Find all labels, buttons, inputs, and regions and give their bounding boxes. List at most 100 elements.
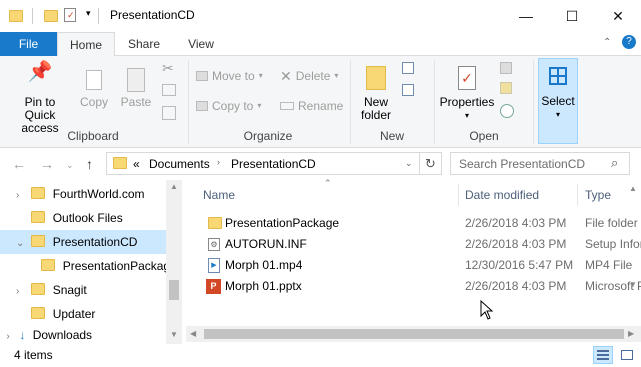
tab-home[interactable]: Home [57,32,115,57]
tree-expander[interactable]: ⌄ [0,232,24,254]
scroll-right-icon[interactable]: ▶ [628,329,634,338]
tree-item-updater[interactable]: Updater [0,302,166,326]
close-button[interactable]: ✕ [595,0,641,32]
video-file-icon: ▶ [208,258,220,273]
divider [577,184,578,206]
delete-button[interactable]: ✕ Delete ▾ [280,66,338,86]
file-list-hscrollbar[interactable]: ◀ ▶ [186,326,641,342]
forward-arrow-icon[interactable]: → [40,156,54,172]
paste-button[interactable]: Paste [118,66,154,109]
tab-share[interactable]: Share [115,32,173,56]
search-icon[interactable]: ⌕ [611,155,618,171]
details-view-icon[interactable] [593,346,613,364]
column-header-name[interactable]: Name [203,184,458,206]
folder-icon [31,187,46,199]
tree-scrollbar[interactable]: ▲ ▼ [166,180,182,344]
open-icon[interactable] [500,62,512,74]
column-header-date-modified[interactable]: Date modified [465,184,577,206]
search-input[interactable]: Search PresentationCD [459,157,585,171]
tab-file[interactable]: File [0,32,57,56]
scroll-down-icon[interactable]: ▼ [170,330,178,339]
tab-view[interactable]: View [173,32,229,56]
edit-icon[interactable] [500,82,512,94]
hscrollbar-thumb[interactable] [204,329,624,339]
copy-to-button[interactable]: Copy to ▾ [196,96,261,116]
file-row[interactable]: ▶ Morph 01.mp4 12/30/2016 5:47 PM MP4 Fi… [202,255,641,276]
folder-icon [31,283,46,295]
copy-path-icon[interactable] [162,84,176,96]
tree-item-presentationcd[interactable]: ⌄ PresentationCD [0,230,166,254]
scroll-up-icon[interactable]: ▲ [629,184,637,193]
folder-icon [208,217,222,229]
large-icons-view-icon[interactable] [617,346,637,364]
maximize-button[interactable]: ☐ [549,0,595,32]
file-row[interactable]: ⚙ AUTORUN.INF 2/26/2018 4:03 PM Setup In… [202,234,641,255]
tree-item-downloads[interactable]: › ↓ Downloads [0,326,166,344]
rename-button[interactable]: Rename [280,96,343,116]
select-button[interactable]: Select ▾ [538,58,578,144]
address-folder-icon [113,157,127,169]
file-date: 2/26/2018 4:03 PM [465,279,567,293]
tree-expander[interactable]: › [0,184,19,206]
file-name: Morph 01.pptx [225,279,302,293]
divider [533,60,534,144]
navigation-pane: › FourthWorld.com Outlook Files ⌄ Presen… [0,180,182,344]
tree-scrollbar-thumb[interactable] [169,280,179,300]
move-to-button[interactable]: Move to ▾ [196,66,263,86]
folder-icon [9,10,23,22]
ini-file-icon: ⚙ [208,238,220,251]
file-date: 2/26/2018 4:03 PM [465,237,567,251]
scroll-up-icon[interactable]: ▲ [170,182,178,191]
tree-item-outlook-files[interactable]: Outlook Files [0,206,166,230]
tree-item-snagit[interactable]: › Snagit [0,278,166,302]
tree-item-fourthworld[interactable]: › FourthWorld.com [0,182,166,206]
file-name: PresentationPackage [225,216,340,230]
file-date: 12/30/2016 5:47 PM [465,258,574,272]
file-row[interactable]: PresentationPackage 2/26/2018 4:03 PM Fi… [202,213,641,234]
recent-locations-icon[interactable]: ⌄ [66,160,74,171]
cut-icon[interactable]: ✂ [162,60,174,77]
delete-icon: ✕ [280,68,292,84]
tree-item-presentationpackage[interactable]: PresentationPackage [0,254,166,278]
refresh-icon[interactable]: ↻ [425,156,436,172]
customize-toolbar-icon[interactable]: ▾ [86,8,91,19]
breadcrumb-presentationcd[interactable]: PresentationCD [231,157,316,171]
breadcrumb-separator-icon: › [217,157,220,167]
address-dropdown-icon[interactable]: ⌄ [405,158,413,169]
file-row[interactable]: P Morph 01.pptx 2/26/2018 4:03 PM Micros… [202,276,641,297]
folder-icon [31,211,46,223]
mouse-cursor-icon [480,300,494,320]
scroll-down-icon[interactable]: ▼ [629,280,637,289]
history-icon[interactable] [500,104,514,118]
file-list-vscrollbar[interactable]: ▲ ▼ [625,180,641,326]
properties-button[interactable]: ✓ Properties ▾ [438,64,496,122]
divider [458,184,459,206]
minimize-button[interactable]: — [503,0,549,32]
copy-button[interactable]: Copy [78,66,110,109]
address-bar[interactable]: « Documents › PresentationCD ⌄ ↻ [106,152,442,175]
search-box[interactable]: Search PresentationCD ⌕ [450,152,630,175]
new-item-icon[interactable] [402,62,414,74]
paste-icon [118,66,154,96]
organize-group-label: Organize [243,129,293,143]
scroll-left-icon[interactable]: ◀ [190,329,196,338]
easy-access-icon[interactable] [402,84,414,96]
divider [419,153,420,174]
breadcrumb-documents[interactable]: Documents [149,157,210,171]
tree-expander[interactable]: › [0,280,19,302]
divider [434,60,435,144]
new-folder-button[interactable]: New folder [356,64,396,122]
paste-shortcut-icon[interactable] [162,106,176,120]
pin-to-quick-access-button[interactable]: 📌 Pin to Quick access [4,62,76,135]
up-arrow-icon[interactable]: ↑ [86,156,93,172]
clipboard-group-label: Clipboard [67,129,119,143]
new-folder-quick-icon[interactable] [44,10,58,22]
folder-icon [41,259,56,271]
breadcrumb-overflow[interactable]: « [133,157,140,171]
divider [32,8,33,24]
help-icon[interactable]: ? [622,35,636,49]
tree-expander[interactable]: › [0,328,12,344]
properties-quick-icon[interactable]: ✓ [64,8,76,22]
back-arrow-icon[interactable]: ← [12,156,26,172]
collapse-ribbon-icon[interactable]: ⌃ [603,37,611,48]
